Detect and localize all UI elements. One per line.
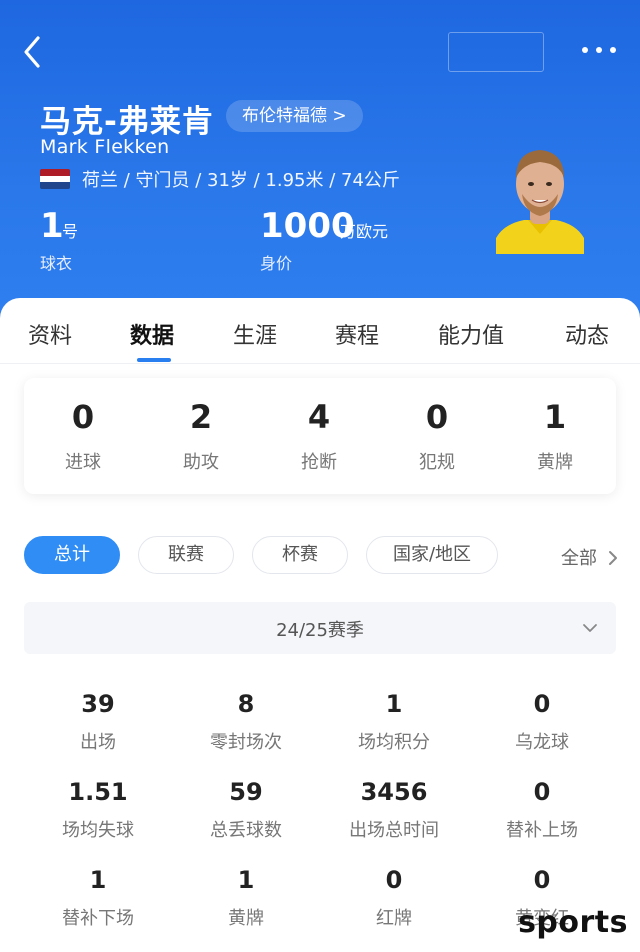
more-options-button[interactable] bbox=[582, 40, 616, 60]
chevron-left-icon bbox=[24, 36, 40, 68]
stat-label: 零封场次 bbox=[210, 732, 282, 753]
shirt-label: 球衣 bbox=[40, 254, 73, 273]
stat-value: 3456 bbox=[360, 778, 428, 806]
competition-filter: 总计 联赛 杯赛 国家/地区 全部 bbox=[0, 536, 640, 576]
stat-cell: 0 替补上场 bbox=[468, 776, 616, 842]
stat-value: 1.51 bbox=[68, 778, 128, 806]
stat-label: 替补上场 bbox=[506, 820, 578, 841]
player-avatar bbox=[496, 150, 584, 254]
stat-value: 0 bbox=[533, 866, 551, 894]
market-value-label: 身价 bbox=[260, 254, 293, 273]
stat-label: 乌龙球 bbox=[515, 732, 569, 753]
tab-bar: 资料 数据 生涯 赛程 能力值 动态 bbox=[0, 298, 640, 364]
tab-career[interactable]: 生涯 bbox=[233, 318, 277, 350]
tab-stats[interactable]: 数据 bbox=[130, 318, 174, 350]
shirt-number-unit: 号 bbox=[62, 222, 79, 241]
active-tab-indicator bbox=[137, 358, 171, 362]
shirt-number: 1 bbox=[40, 206, 64, 246]
flag-stripe-white bbox=[40, 175, 70, 183]
stat-cell: 1.51 场均失球 bbox=[24, 776, 172, 842]
stat-label: 场均失球 bbox=[62, 820, 134, 841]
dot-icon bbox=[596, 47, 602, 53]
stat-cell: 1 替补下场 bbox=[24, 864, 172, 930]
show-all-link[interactable]: 全部 bbox=[561, 544, 619, 570]
summary-label: 抢断 bbox=[301, 452, 337, 473]
stat-label: 红牌 bbox=[376, 908, 412, 929]
stat-cell: 0 乌龙球 bbox=[468, 688, 616, 754]
tab-ability[interactable]: 能力值 bbox=[438, 318, 504, 350]
summary-label: 犯规 bbox=[419, 452, 455, 473]
stat-label: 总丢球数 bbox=[210, 820, 282, 841]
summary-label: 助攻 bbox=[183, 452, 219, 473]
stat-cell: 0 红牌 bbox=[320, 864, 468, 930]
season-label: 24/25赛季 bbox=[276, 620, 364, 641]
stat-cell: 8 零封场次 bbox=[172, 688, 320, 754]
stat-cell: 59 总丢球数 bbox=[172, 776, 320, 842]
player-name-en: Mark Flekken bbox=[40, 136, 170, 158]
summary-stats: 0 进球 2 助攻 4 抢断 0 犯规 1 黄牌 bbox=[24, 378, 616, 494]
stat-value: 8 bbox=[237, 690, 255, 718]
summary-label: 进球 bbox=[65, 452, 101, 473]
stat-label: 出场总时间 bbox=[349, 820, 439, 841]
netherlands-flag-icon bbox=[40, 169, 70, 189]
stat-label: 替补下场 bbox=[62, 908, 134, 929]
summary-value: 1 bbox=[543, 398, 567, 436]
tab-news[interactable]: 动态 bbox=[565, 318, 609, 350]
stat-value: 1 bbox=[385, 690, 403, 718]
summary-value: 4 bbox=[307, 398, 331, 436]
player-info: 荷兰 / 守门员 / 31岁 / 1.95米 / 74公斤 bbox=[82, 170, 400, 191]
stat-cell: 1 场均积分 bbox=[320, 688, 468, 754]
flag-stripe-blue bbox=[40, 182, 70, 189]
stat-cell: 3456 出场总时间 bbox=[320, 776, 468, 842]
stat-cell: 1 黄牌 bbox=[172, 864, 320, 930]
chevron-right-icon bbox=[608, 551, 617, 565]
stat-label: 黄牌 bbox=[228, 908, 264, 929]
filter-cup[interactable]: 杯赛 bbox=[252, 536, 348, 574]
season-selector[interactable]: 24/25赛季 bbox=[24, 602, 616, 654]
back-button[interactable] bbox=[18, 34, 48, 70]
summary-value: 0 bbox=[71, 398, 95, 436]
dot-icon bbox=[582, 47, 588, 53]
stat-value: 59 bbox=[229, 778, 263, 806]
stat-value: 0 bbox=[385, 866, 403, 894]
show-all-label: 全部 bbox=[561, 548, 597, 569]
filter-national[interactable]: 国家/地区 bbox=[366, 536, 498, 574]
stat-label: 出场 bbox=[80, 732, 116, 753]
filter-league[interactable]: 联赛 bbox=[138, 536, 234, 574]
stat-value: 1 bbox=[89, 866, 107, 894]
market-value-unit: 万欧元 bbox=[340, 222, 389, 241]
flag-stripe-red bbox=[40, 169, 70, 176]
search-placeholder-box bbox=[448, 32, 544, 72]
stat-value: 1 bbox=[237, 866, 255, 894]
chevron-down-icon bbox=[583, 624, 597, 632]
stat-label: 场均积分 bbox=[358, 732, 430, 753]
player-header: 马克-弗莱肯 布伦特福德 > Mark Flekken 荷兰 / 守门员 / 3… bbox=[0, 0, 640, 320]
tab-schedule[interactable]: 赛程 bbox=[335, 318, 379, 350]
filter-total[interactable]: 总计 bbox=[24, 536, 120, 574]
stat-value: 0 bbox=[533, 778, 551, 806]
team-link[interactable]: 布伦特福德 > bbox=[226, 100, 363, 132]
dot-icon bbox=[610, 47, 616, 53]
content-card: 资料 数据 生涯 赛程 能力值 动态 0 进球 2 助攻 4 抢断 0 犯规 1… bbox=[0, 298, 640, 952]
stat-cell: 39 出场 bbox=[24, 688, 172, 754]
summary-label: 黄牌 bbox=[537, 452, 573, 473]
player-name-cn: 马克-弗莱肯 bbox=[40, 104, 214, 140]
summary-value: 2 bbox=[189, 398, 213, 436]
stat-value: 0 bbox=[533, 690, 551, 718]
summary-value: 0 bbox=[425, 398, 449, 436]
watermark-logo: sports bbox=[518, 905, 628, 940]
tab-profile[interactable]: 资料 bbox=[28, 318, 72, 350]
stat-value: 39 bbox=[81, 690, 115, 718]
